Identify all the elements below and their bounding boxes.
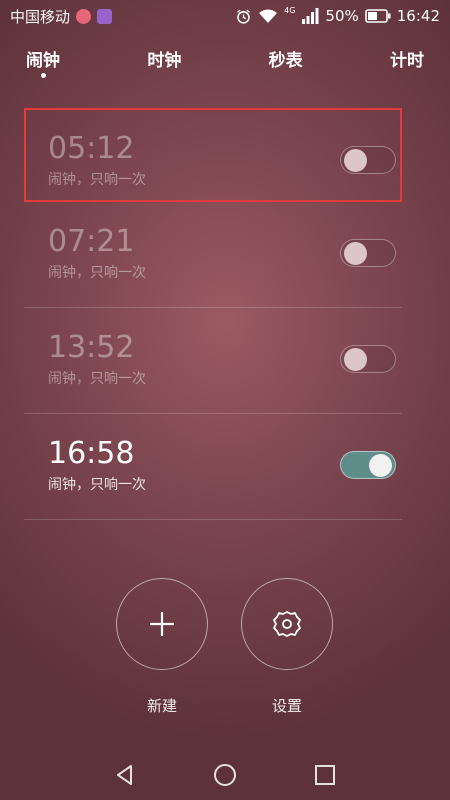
- tab-timer[interactable]: 计时: [390, 46, 424, 86]
- plus-icon: [150, 612, 174, 636]
- alarm-item-1658[interactable]: 16:58 闹钟，只响一次: [24, 414, 402, 520]
- tab-label: 时钟: [147, 51, 182, 71]
- carrier-label: 中国移动: [10, 7, 71, 26]
- active-tab-indicator: [40, 73, 46, 78]
- alarm-subtitle: 闹钟，只响一次: [48, 477, 146, 493]
- network-type-label: 4G: [284, 5, 296, 15]
- tab-label: 计时: [389, 51, 424, 71]
- alarm-item-1352[interactable]: 13:52 闹钟，只响一次: [24, 308, 402, 414]
- alarm-subtitle: 闹钟，只响一次: [48, 371, 146, 387]
- signal-icon: [302, 8, 319, 24]
- toggle-knob: [344, 242, 367, 265]
- battery-icon: [364, 9, 391, 23]
- alarm-time: 05:12: [48, 131, 135, 166]
- status-time: 16:42: [396, 7, 440, 25]
- alarm-item-0721[interactable]: 07:21 闹钟，只响一次: [24, 202, 402, 308]
- alarm-toggle[interactable]: [340, 345, 396, 373]
- status-bar: 中国移动 4G 50% 16:42: [0, 0, 450, 32]
- tab-stopwatch[interactable]: 秒表: [269, 46, 303, 86]
- heart-app-icon: [76, 8, 92, 24]
- toggle-knob: [344, 348, 367, 371]
- alarm-time: 07:21: [48, 224, 135, 259]
- purple-app-icon: [97, 8, 113, 24]
- alarm-subtitle: 闹钟，只响一次: [48, 172, 146, 188]
- tab-label: 秒表: [268, 51, 303, 71]
- alarm-item-0512[interactable]: 05:12 闹钟，只响一次: [24, 108, 402, 202]
- settings-button[interactable]: [241, 578, 333, 670]
- alarm-time: 16:58: [48, 436, 135, 471]
- alarm-toggle[interactable]: [340, 146, 396, 174]
- new-alarm-label: 新建: [146, 697, 177, 715]
- alarm-list: 05:12 闹钟，只响一次 07:21 闹钟，只响一次 13:52 闹钟，只响一…: [24, 108, 402, 520]
- wifi-icon: [259, 9, 278, 23]
- settings-label: 设置: [271, 697, 302, 715]
- tab-label: 闹钟: [26, 51, 60, 71]
- tab-alarm[interactable]: 闹钟: [26, 46, 60, 86]
- back-icon[interactable]: [112, 762, 138, 788]
- alarm-toggle[interactable]: [340, 451, 396, 479]
- home-icon[interactable]: [212, 762, 238, 788]
- alarm-time: 13:52: [48, 330, 135, 365]
- tab-bar: 闹钟 时钟 秒表 计时: [0, 46, 450, 86]
- tab-clock[interactable]: 时钟: [147, 46, 181, 86]
- alarm-clock-icon: [237, 9, 251, 24]
- toggle-knob: [369, 454, 392, 477]
- recent-apps-icon[interactable]: [312, 762, 338, 788]
- alarm-toggle[interactable]: [340, 239, 396, 267]
- battery-percent-label: 50%: [325, 7, 359, 25]
- toggle-knob: [344, 149, 367, 172]
- alarm-subtitle: 闹钟，只响一次: [48, 265, 146, 281]
- gear-icon: [273, 611, 301, 637]
- system-nav-bar: [0, 750, 450, 800]
- new-alarm-button[interactable]: [116, 578, 208, 670]
